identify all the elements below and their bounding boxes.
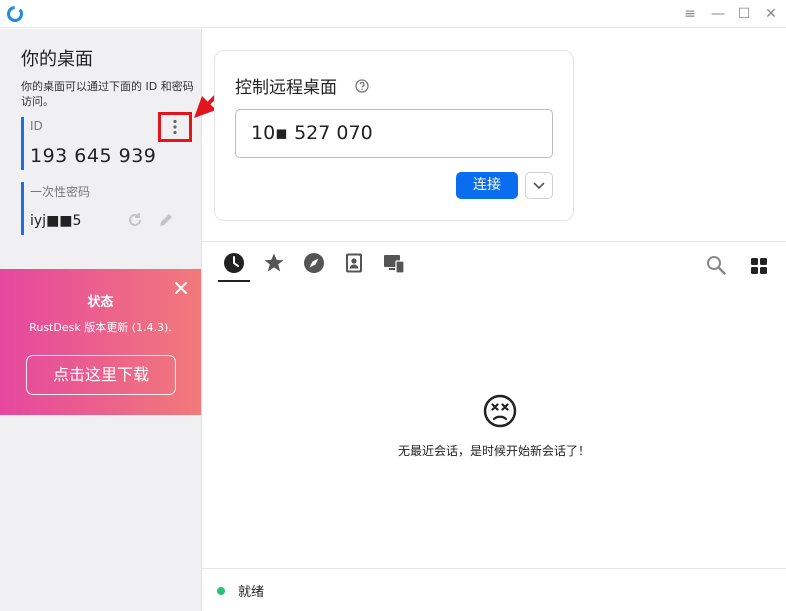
address-book-icon — [346, 253, 362, 273]
remote-control-card: 控制远程桌面 10▪ 527 070 连接 — [214, 50, 574, 221]
id-value[interactable]: 193 645 939 — [30, 145, 156, 167]
id-accent-bar — [21, 117, 24, 170]
help-icon[interactable] — [355, 79, 369, 93]
connect-button[interactable]: 连接 — [456, 172, 518, 199]
tab-group-devices[interactable] — [378, 252, 410, 282]
sidebar: 你的桌面 你的桌面可以通过下面的 ID 和密码访问。 ID 193 645 93… — [0, 29, 202, 611]
tab-recent-sessions[interactable] — [218, 252, 250, 282]
rustdesk-logo-icon — [7, 6, 23, 22]
clock-icon — [224, 253, 244, 273]
status-bar: 就绪 — [202, 568, 786, 611]
compass-icon — [304, 253, 324, 273]
title-bar: ≡ — ☐ ✕ — [0, 0, 786, 28]
minimize-button[interactable]: — — [707, 4, 729, 24]
window-menu-button[interactable]: ≡ — [679, 4, 701, 24]
refresh-icon[interactable] — [126, 211, 144, 229]
chevron-down-icon — [533, 181, 545, 189]
status-text: 就绪 — [238, 585, 265, 600]
your-desktop-description: 你的桌面可以通过下面的 ID 和密码访问。 — [21, 80, 194, 108]
edit-pencil-icon[interactable] — [157, 211, 175, 229]
update-message: RustDesk 版本更新 (1.4.3). — [29, 321, 172, 334]
one-time-password-value[interactable]: iyj■■5 — [30, 213, 81, 229]
connect-options-dropdown[interactable] — [525, 172, 553, 199]
devices-icon — [384, 255, 405, 274]
empty-sessions-message: 无最近会话，是时候开始新会话了！ — [397, 444, 590, 458]
status-card-title: 状态 — [87, 295, 114, 310]
more-vertical-icon — [173, 119, 177, 135]
your-desktop-title: 你的桌面 — [21, 49, 93, 70]
update-status-card: 状态 RustDesk 版本更新 (1.4.3). 点击这里下载 — [0, 269, 201, 415]
tab-address-book[interactable] — [338, 252, 370, 282]
id-more-options-button[interactable] — [158, 112, 192, 142]
star-icon — [264, 253, 284, 272]
download-button[interactable]: 点击这里下载 — [26, 355, 176, 395]
search-icon[interactable] — [706, 255, 726, 275]
sad-face-icon — [483, 394, 517, 428]
section-divider — [202, 241, 786, 242]
tab-discovered[interactable] — [298, 252, 330, 282]
remote-id-input[interactable]: 10▪ 527 070 — [235, 109, 553, 158]
status-indicator — [217, 587, 225, 595]
password-accent-bar — [21, 182, 24, 235]
grid-view-icon[interactable] — [750, 257, 768, 275]
maximize-button[interactable]: ☐ — [733, 4, 755, 24]
close-window-button[interactable]: ✕ — [760, 4, 782, 24]
one-time-password-label: 一次性密码 — [30, 185, 91, 199]
remote-control-title: 控制远程桌面 — [235, 78, 337, 98]
id-label: ID — [30, 119, 43, 133]
tab-favorites[interactable] — [258, 252, 290, 282]
close-icon[interactable] — [172, 279, 190, 297]
